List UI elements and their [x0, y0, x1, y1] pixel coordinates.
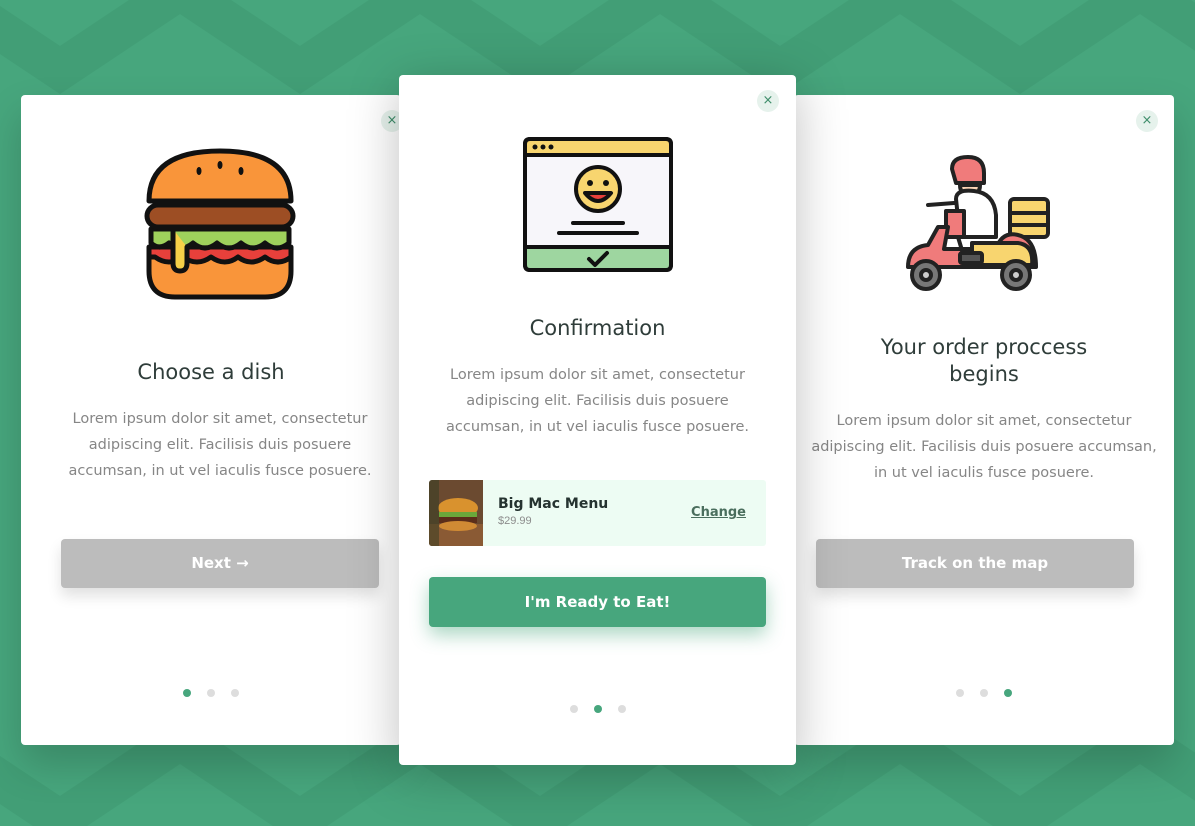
card-description: Lorem ipsum dolor sit amet, consectetur …	[68, 411, 372, 479]
ready-to-eat-button[interactable]: I'm Ready to Eat!	[429, 577, 766, 627]
pagination-dot[interactable]	[569, 705, 578, 713]
pagination-dots	[794, 684, 1174, 702]
pagination-dot[interactable]	[231, 689, 239, 697]
card-title: Confirmation	[529, 316, 666, 340]
pagination-dots	[399, 700, 796, 718]
order-summary: Big Mac Menu $29.99 Change	[429, 480, 766, 546]
order-item-name: Big Mac Menu	[498, 496, 609, 512]
pagination-dot[interactable]	[1004, 689, 1012, 697]
close-icon[interactable]: ×	[1136, 110, 1158, 132]
pagination-dot[interactable]	[207, 689, 215, 697]
pagination-dot[interactable]	[183, 689, 191, 697]
pagination-dot[interactable]	[617, 705, 626, 713]
next-button[interactable]: Next →	[61, 539, 379, 588]
delivery-scooter-icon	[906, 155, 1050, 291]
change-order-link[interactable]: Change	[691, 505, 746, 520]
onboarding-card-choose-dish: × Choose a dish Lorem ipsum dolor sit am…	[21, 95, 403, 745]
burger-icon	[144, 148, 296, 300]
pagination-dot[interactable]	[593, 705, 602, 713]
track-on-map-button[interactable]: Track on the map	[816, 539, 1134, 588]
burger-photo	[429, 480, 483, 546]
order-item-price: $29.99	[498, 515, 532, 527]
onboarding-card-confirmation: × Confirmation Lorem ipsum dolor sit ame…	[399, 75, 796, 765]
pagination-dot[interactable]	[956, 689, 964, 697]
pagination-dot[interactable]	[980, 689, 988, 697]
card-description: Lorem ipsum dolor sit amet, consectetur …	[811, 413, 1157, 481]
pagination-dots	[21, 684, 401, 702]
card-description: Lorem ipsum dolor sit amet, consectetur …	[445, 367, 749, 435]
onboarding-card-order-process: × Your order proccess begins Lorem ipsum…	[794, 95, 1174, 745]
card-title: Your order proccess begins	[880, 335, 1088, 386]
confirmation-window-icon	[523, 137, 673, 272]
close-icon[interactable]: ×	[757, 90, 779, 112]
card-title: Choose a dish	[137, 360, 285, 384]
